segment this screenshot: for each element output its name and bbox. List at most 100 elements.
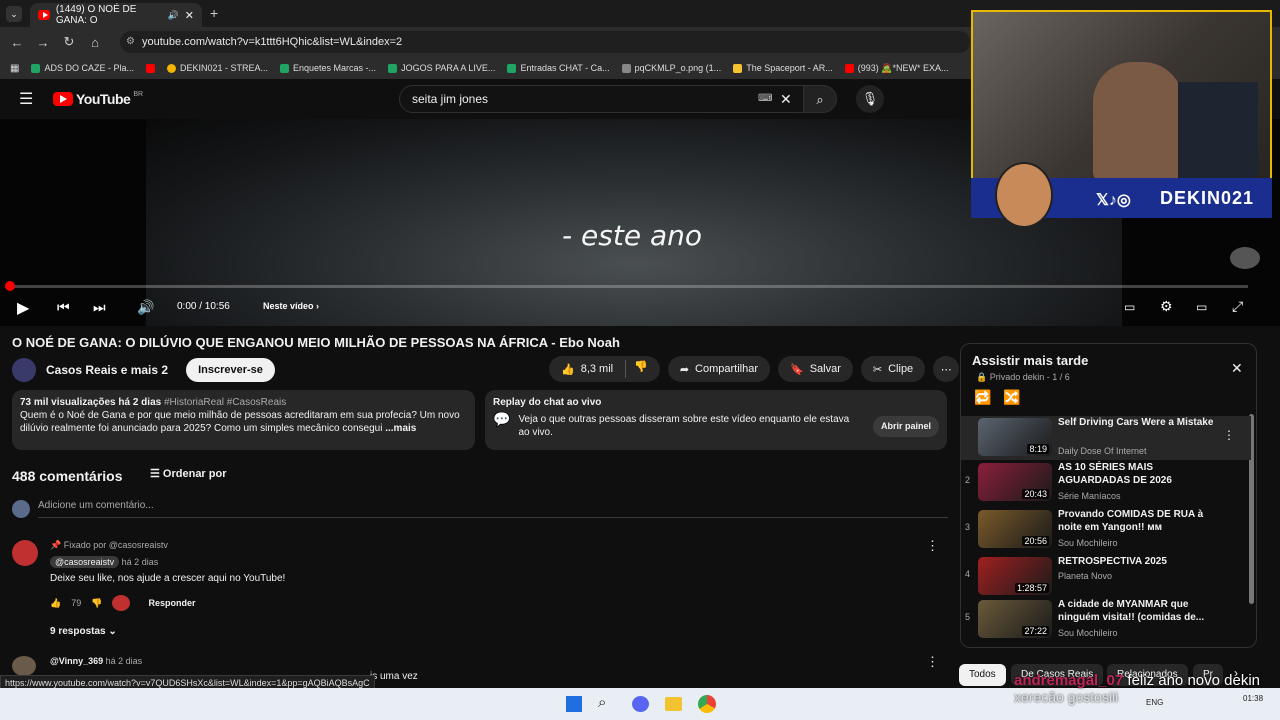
previous-icon[interactable]: ⏮ [57,299,70,316]
commenter-avatar[interactable] [12,540,38,566]
channel-avatar[interactable] [12,358,36,382]
thumbs-up-icon: 👍 [561,363,575,376]
comment-input[interactable]: Adicione um comentário... [38,500,948,518]
bookmark-item[interactable]: ADS DO CAZE - Pla... [31,63,134,73]
theater-mode-icon[interactable]: ▭ [1196,300,1207,314]
video-thumbnail[interactable]: 20:43 [978,463,1052,501]
sort-button[interactable]: ☰ Ordenar por [150,467,227,480]
bookmark-item[interactable]: Entradas CHAT - Ca... [507,63,610,73]
replies-toggle[interactable]: 9 respostas ⌄ [50,626,117,637]
open-panel-button[interactable]: Abrir painel [872,415,939,437]
chapter-button[interactable]: Neste vídeo › [263,301,319,311]
channel-name[interactable]: Casos Reais e mais 2 [46,363,168,377]
home-icon[interactable]: ⌂ [82,35,108,50]
video-thumbnail[interactable]: 1:28:57 [978,557,1052,595]
description-box[interactable]: 73 mil visualizações há 2 dias #Historia… [12,390,475,450]
video-thumbnail[interactable]: 8:19 [978,418,1052,456]
show-more-link[interactable]: ...mais [385,423,416,434]
duration-badge: 1:28:57 [1014,583,1049,593]
url-field[interactable]: ⚙ youtube.com/watch?v=k1ttt6HQhic&list=W… [120,31,970,53]
fullscreen-icon[interactable]: ⤢ [1232,298,1243,315]
duration-badge: 8:19 [1027,444,1049,454]
playlist-item[interactable]: 3 20:56 Provando COMIDAS DE RUA à noite em… [961,508,1251,552]
video-caption: - este ano [562,219,702,252]
playlist-item-title[interactable]: Provando COMIDAS DE RUA à noite em Yango… [1058,508,1218,534]
channel-watermark[interactable] [1230,247,1260,269]
stream-chat-overlay: andremagal_07 feliz ano novo dekin xerec… [1014,672,1260,705]
comment-author[interactable]: @casosreaistv [50,556,120,568]
tab-search-button[interactable]: ⌄ [6,6,22,22]
playlist-item-title[interactable]: RETROSPECTIVA 2025 [1058,555,1218,568]
playlist-item[interactable]: 2 20:43 AS 10 SÉRIES MAIS AGUARDADAS DE 20… [961,461,1251,505]
save-button[interactable]: 🔖 Salvar [778,356,853,382]
playlist-item[interactable]: 8:19 Self Driving Cars Were a Mistake Dail… [961,416,1251,460]
browser-tab-active[interactable]: (1449) O NOÉ DE GANA: O 🔊 ✕ [30,3,202,27]
windows-start-icon[interactable] [566,696,582,712]
share-button[interactable]: ➦ Compartilhar [667,356,770,382]
bookmark-item[interactable]: Enquetes Marcas -... [280,63,376,73]
loop-icon[interactable]: 🔁 [974,389,991,406]
search-button[interactable]: ⌕ [803,85,837,113]
video-thumbnail[interactable]: 20:56 [978,510,1052,548]
hashtags[interactable]: #HistoriaReal #CasosReais [164,397,286,408]
file-explorer-icon[interactable] [665,697,682,711]
menu-icon[interactable]: ☰ [19,89,33,109]
reply-button[interactable]: Responder [148,598,195,608]
playlist-item-title[interactable]: AS 10 SÉRIES MAIS AGUARDADAS DE 2026 [1058,461,1218,487]
region-label: BR [133,91,144,98]
youtube-header: ☰ YouTube BR seita jim jones ⌨ ✕ ⌕ 🎙 [0,79,970,119]
clear-search-icon[interactable]: ✕ [780,86,792,112]
bookmark-item[interactable]: The Spaceport - AR... [733,63,833,73]
more-actions-button[interactable]: ⋯ [933,356,960,382]
replay-text: Veja o que outras pessoas disseram sobre… [518,414,850,438]
keyboard-icon[interactable]: ⌨ [758,86,772,112]
item-menu-icon[interactable]: ⋮ [1223,428,1235,442]
like-button[interactable]: 👍 8,3 mil 👎 [549,356,660,382]
tab-close-icon[interactable]: ✕ [185,9,194,22]
youtube-logo[interactable]: YouTube BR [53,91,143,107]
comment-menu-icon[interactable]: ⋮ [926,538,939,554]
comment-dislike-icon[interactable]: 👎 [91,598,102,609]
search-input[interactable]: seita jim jones ⌨ ✕ [399,85,804,113]
video-thumbnail[interactable]: 27:22 [978,600,1052,638]
image-icon [621,63,631,73]
bookmark-item[interactable] [145,63,155,73]
progress-bar[interactable] [8,285,1248,288]
bookmark-item[interactable]: JOGOS PARA A LIVE... [388,63,495,73]
play-icon[interactable]: ▶ [17,298,29,318]
back-icon[interactable]: ← [4,35,30,50]
comment-menu-icon[interactable]: ⋮ [926,654,939,670]
commenter-avatar[interactable] [12,656,36,676]
chip-all[interactable]: Todos [959,664,1006,686]
dislike-icon[interactable]: 👎 [625,360,648,378]
subscribe-button[interactable]: Inscrever-se [186,358,275,382]
playlist-item-title[interactable]: A cidade de MYANMAR que ninguém visita!!… [1058,598,1218,624]
search-taskbar-icon[interactable]: ⌕ [598,694,606,711]
site-info-icon[interactable]: ⚙ [126,31,135,53]
scrubber-handle[interactable] [5,281,15,291]
next-icon[interactable]: ⏭ [93,299,106,316]
clip-button[interactable]: ✂ Clipe [860,356,926,382]
chrome-icon[interactable] [698,695,716,713]
playlist-item[interactable]: 5 27:22 A cidade de MYANMAR que ninguém vi… [961,598,1251,642]
shuffle-icon[interactable]: 🔀 [1003,389,1020,406]
pinned-label: 📌 Fixado por @casosreaistv [50,540,168,550]
action-row: 👍 8,3 mil 👎 ➦ Compartilhar 🔖 Salvar ✂ Clipe ⋯ [549,356,960,382]
settings-icon[interactable]: ⚙ [1160,298,1173,315]
new-tab-button[interactable]: + [210,5,218,21]
bookmark-item[interactable]: (993) 🧟*NEW* EXA... [844,63,948,74]
playlist-item-title[interactable]: Self Driving Cars Were a Mistake [1058,416,1218,429]
audio-icon[interactable]: 🔊 [168,10,179,21]
playlist-item[interactable]: 4 1:28:57 RETROSPECTIVA 2025 Planeta Novo [961,555,1251,599]
volume-icon[interactable]: 🔊 [137,299,154,316]
forward-icon[interactable]: → [30,35,56,50]
subtitles-icon[interactable]: ▭ [1124,300,1135,314]
voice-search-button[interactable]: 🎙 [856,85,884,113]
bookmark-item[interactable]: DEKIN021 - STREA... [166,63,268,73]
close-playlist-icon[interactable]: ✕ [1231,360,1243,377]
discord-icon[interactable] [632,696,649,712]
comment-like-icon[interactable]: 👍 [50,598,61,609]
reload-icon[interactable]: ↻ [56,34,82,50]
apps-icon[interactable]: ▦ [10,63,19,74]
bookmark-item[interactable]: pqCKMLP_o.png (1... [621,63,721,73]
